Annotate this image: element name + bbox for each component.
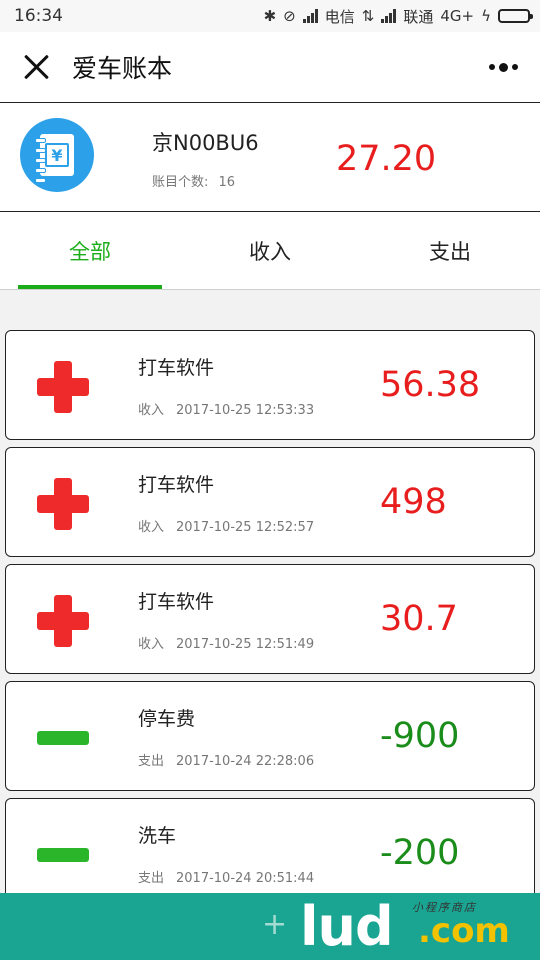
entry-title: 打车软件 [138, 474, 215, 496]
account-summary: ¥ 京N00BU6 账目个数: 16 27.20 [0, 103, 540, 212]
watermark-logo: lud [300, 895, 394, 958]
entry-meta: 收入 2017-10-25 12:51:49 [138, 633, 314, 652]
title-bar: 爱车账本 [0, 32, 540, 103]
entry-meta: 收入 2017-10-25 12:52:57 [138, 516, 314, 535]
entry-type: 支出 [138, 754, 165, 769]
entry-amount: -900 [380, 716, 460, 756]
minus-icon [37, 712, 89, 764]
entry-datetime: 2017-10-25 12:53:33 [176, 403, 315, 418]
entry-type: 收入 [138, 520, 165, 535]
battery-icon [498, 9, 533, 23]
entry-amount: 498 [380, 482, 447, 522]
entry-title: 洗车 [138, 825, 177, 847]
filter-tabs: 全部 收入 支出 [0, 212, 540, 290]
entry-type: 收入 [138, 637, 165, 652]
entry-type: 支出 [138, 871, 165, 886]
watermark-domain: .com [418, 911, 510, 951]
more-options-icon[interactable] [489, 62, 518, 72]
tab-income[interactable]: 收入 [180, 212, 360, 289]
status-time: 16:34 [14, 6, 63, 26]
entry-count-value: 16 [218, 175, 236, 190]
license-plate: 京N00BU6 [152, 131, 259, 155]
tab-all[interactable]: 全部 [0, 212, 180, 289]
list-item[interactable]: 洗车 支出 2017-10-24 20:51:44 -200 [5, 798, 535, 908]
page-title: 爱车账本 [72, 54, 173, 83]
network-type: 4G+ [440, 7, 475, 25]
ledger-logo-icon: ¥ [20, 118, 94, 192]
entry-title: 停车费 [138, 708, 196, 730]
list-item[interactable]: 停车费 支出 2017-10-24 22:28:06 -900 [5, 681, 535, 791]
entry-datetime: 2017-10-25 12:51:49 [176, 637, 315, 652]
balance-total: 27.20 [336, 139, 437, 179]
plus-icon [37, 361, 89, 413]
status-bar: 16:34 ✱ ⊘ 电信 ⇅ 联通 4G+ ϟ [0, 0, 540, 32]
list-item[interactable]: 打车软件 收入 2017-10-25 12:52:57 498 [5, 447, 535, 557]
list-item[interactable]: 打车软件 收入 2017-10-25 12:51:49 30.7 [5, 564, 535, 674]
plus-icon [37, 478, 89, 530]
carrier-2: 联通 [403, 7, 434, 26]
mute-icon: ⊘ [283, 7, 296, 25]
entry-datetime: 2017-10-24 22:28:06 [176, 754, 315, 769]
entry-meta: 支出 2017-10-24 20:51:44 [138, 867, 314, 886]
minus-icon [37, 829, 89, 881]
entry-datetime: 2017-10-24 20:51:44 [176, 871, 315, 886]
carrier-1: 电信 [324, 7, 355, 26]
entry-count-label: 账目个数: [152, 175, 209, 190]
entry-list: 打车软件 收入 2017-10-25 12:53:33 56.38 打车软件 收入… [5, 330, 535, 915]
charging-icon: ϟ [481, 7, 491, 25]
entry-title: 打车软件 [138, 357, 215, 379]
watermark-banner: + lud .com 小程序商店 [0, 893, 540, 960]
list-item[interactable]: 打车软件 收入 2017-10-25 12:53:33 56.38 [5, 330, 535, 440]
signal-icon [302, 9, 318, 23]
entry-amount: -200 [380, 833, 460, 873]
close-icon[interactable] [22, 52, 52, 82]
status-icons: ✱ ⊘ 电信 ⇅ 联通 4G+ ϟ [263, 6, 533, 27]
plus-icon [37, 595, 89, 647]
watermark-tag: 小程序商店 [412, 901, 477, 914]
entry-meta: 支出 2017-10-24 22:28:06 [138, 750, 314, 769]
entry-type: 收入 [138, 403, 165, 418]
entry-meta: 收入 2017-10-25 12:53:33 [138, 399, 314, 418]
entry-amount: 30.7 [380, 599, 458, 639]
entry-count: 账目个数: 16 [152, 171, 235, 190]
data-arrows-icon: ⇅ [361, 7, 375, 25]
add-icon[interactable]: + [262, 907, 287, 942]
entry-title: 打车软件 [138, 591, 215, 613]
bluetooth-icon: ✱ [263, 7, 277, 25]
tab-expense[interactable]: 支出 [360, 212, 540, 289]
entry-datetime: 2017-10-25 12:52:57 [176, 520, 315, 535]
signal-icon-2 [381, 9, 397, 23]
entry-amount: 56.38 [380, 365, 481, 405]
